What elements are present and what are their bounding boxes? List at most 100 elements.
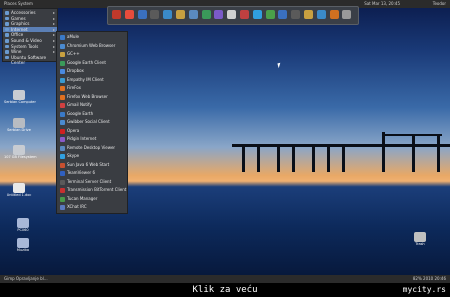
dock-launcher-icon[interactable] [163,10,173,19]
app-menu-item[interactable]: Google Earth [57,110,127,118]
app-icon [60,52,65,57]
app-menu-item[interactable]: Gwibber Social Client [57,118,127,126]
dock-launcher-icon[interactable] [112,10,121,19]
app-menu-item[interactable]: Firefox Web Browser [57,93,127,101]
dock-launcher-icon[interactable] [227,10,237,19]
dock-launcher-icon[interactable] [342,10,352,19]
app-icon [60,94,65,100]
dock-launcher-icon[interactable] [137,10,147,19]
applications-menu: Accessories ▸ Games ▸ Graphics ▸ Internet ▸ Offi… [2,8,58,65]
app-icon [60,137,65,142]
app-icon [60,69,65,74]
app-menu-item[interactable]: GC++ [57,50,127,58]
app-menu-item[interactable]: Tucan Manager [57,195,127,203]
taskbar-items[interactable]: Gimp Opravljanje bl... [4,275,48,283]
app-menu-item[interactable]: Pidgin Internet [57,135,127,143]
app-label: Terminal Server Client [67,178,112,184]
dock-launcher-icon[interactable] [316,10,326,19]
desktop-icon-image [13,118,25,128]
app-label: Dropbox [67,68,84,73]
app-menu-item[interactable]: Chromium Web Browser [57,42,127,50]
app-label: FireFox [67,85,81,90]
desktop-icon-label: Serbian Computer [4,100,36,104]
app-icon [60,196,65,202]
app-icon [60,179,65,185]
desktop-icon[interactable]: Serbian Computer [4,90,36,105]
desktop-icon-image [13,183,25,193]
bottom-panel: Gimp Opravljanje bl... 82% 2010 20:46 [0,275,450,283]
app-menu-item[interactable]: Dropbox [57,67,127,75]
app-icon [60,103,65,108]
app-menu-item[interactable]: FireFox [57,84,127,92]
dock-launcher-icon[interactable] [304,10,313,19]
app-icon [60,162,65,168]
app-label: Empathy IM Client [67,76,104,82]
menu-bar-label[interactable]: Places System [4,0,33,8]
desktop-icon-image [17,238,29,248]
desktop-icon-label: Muzika [16,248,30,252]
app-icon [60,77,65,83]
desktop-icon[interactable]: PC060 [8,218,38,233]
desktop-icon[interactable]: Untitled 1.doc [4,183,34,198]
category-icon [5,44,9,49]
dock-launcher-icon[interactable] [240,10,249,19]
dock-launcher-icon[interactable] [201,10,211,19]
app-menu-item[interactable]: Empathy IM Client [57,76,127,84]
watermark-logo: mycity.rs [402,285,446,294]
category-label: Accessories [11,10,36,15]
dock-launcher-icon[interactable] [124,10,134,19]
app-label: Google Earth [67,110,94,116]
app-label: Sun Java 6 Web Start [67,161,110,167]
user-name[interactable]: Teodor [433,0,446,8]
dock-launcher-icon[interactable] [265,10,275,19]
desktop-icon-label: Serbian Drive [7,128,31,132]
app-icon [60,86,65,91]
app-menu-item[interactable]: Gmail Notify [57,101,127,109]
tray-status[interactable]: 82% 2010 20:46 [413,275,446,283]
category-icon [5,27,9,32]
app-menu-item[interactable]: Skype [57,152,127,160]
app-menu-item[interactable]: aMule [57,33,127,41]
caption[interactable]: Klik za veću [0,283,450,297]
dock-launcher-icon[interactable] [150,10,160,19]
dock-launcher-icon[interactable] [252,10,262,19]
category-icon [5,22,9,26]
mouse-cursor [277,62,282,69]
category-label: Internet [11,26,28,32]
category-icon [5,55,9,60]
app-icon [60,171,65,176]
app-icon [60,35,65,40]
desktop-icon[interactable]: Muzika [8,238,38,253]
desktop-icon[interactable]: Serbian Drive [4,118,34,133]
dock-launcher-icon[interactable] [188,10,198,19]
dock-launcher-icon[interactable] [329,10,339,19]
category-label: Games [11,15,26,21]
dock-launcher-icon[interactable] [278,10,288,19]
app-menu-item[interactable]: Google Earth Client [57,59,127,67]
desktop-icon-label: 107 GB Filesystem [4,155,37,159]
app-menu-item[interactable]: Remote Desktop Viewer [57,144,127,152]
desktop: Places System Sat Mar 13, 20:45 Teodor A… [0,0,450,283]
app-menu-item[interactable]: XChat IRC [57,203,127,211]
dock-launcher-icon[interactable] [214,10,224,19]
app-icon [60,205,65,210]
app-menu-item[interactable]: Terminal Server Client [57,178,127,186]
app-icon [60,111,65,117]
clock[interactable]: Sat Mar 13, 20:45 [364,0,400,8]
app-label: Remote Desktop Viewer [67,144,116,150]
desktop-icon-image [13,145,25,155]
app-menu-item[interactable]: Sun Java 6 Web Start [57,161,127,169]
dock-launcher-icon[interactable] [176,10,185,19]
desktop-icon[interactable]: 107 GB Filesystem [4,145,37,160]
desktop-icon[interactable]: Trash [405,232,435,247]
desktop-icon-image [17,218,29,228]
app-label: Skype [67,153,80,158]
category-item[interactable]: Ubuntu Software Center [3,55,57,65]
app-icon [60,120,65,125]
app-menu-item[interactable]: Transmission BitTorrent Client [57,186,127,194]
dock-launcher-icon[interactable] [291,10,301,19]
app-menu-item[interactable]: TeamViewer 6 [57,169,127,177]
app-menu-item[interactable]: Opera [57,127,127,135]
category-icon [5,33,9,37]
desktop-icon-label: Trash [415,242,425,246]
